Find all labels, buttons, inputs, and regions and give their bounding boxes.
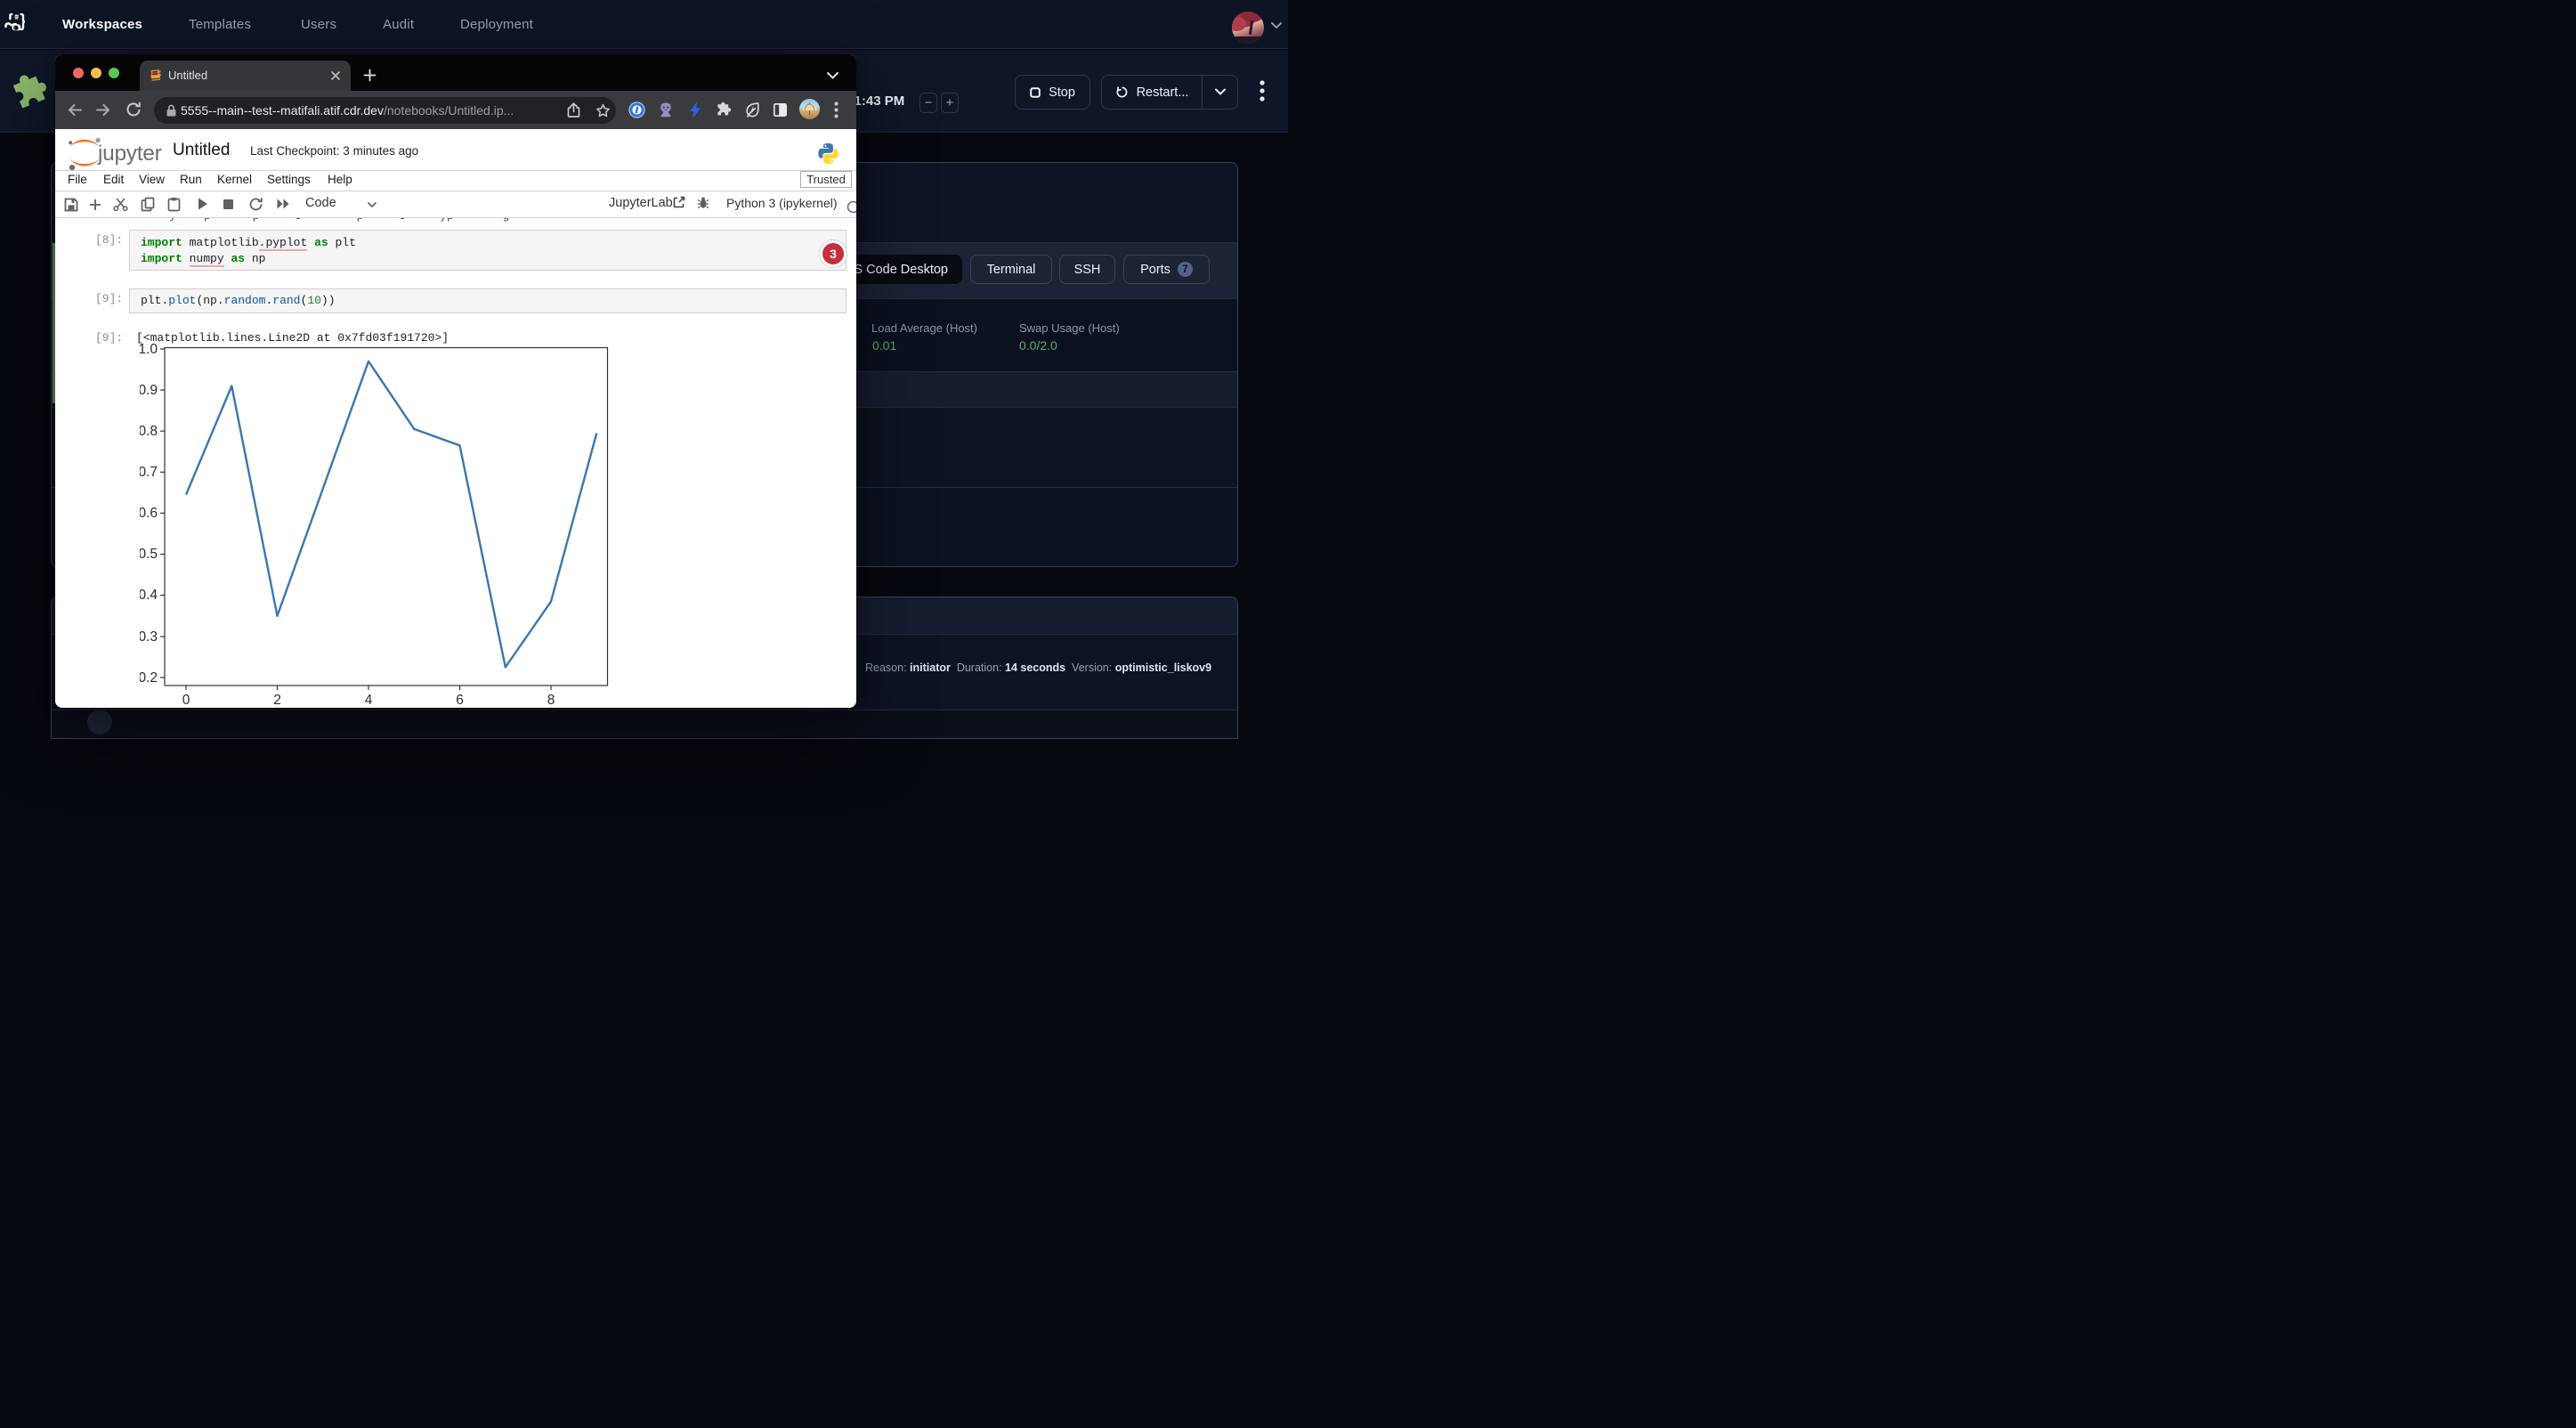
svg-text:0.2: 0.2 — [140, 670, 158, 686]
svg-text:0.6: 0.6 — [140, 506, 158, 521]
svg-text:4: 4 — [365, 693, 373, 705]
svg-text:0.5: 0.5 — [140, 547, 158, 562]
svg-text:0.8: 0.8 — [140, 424, 158, 439]
svg-text:2: 2 — [273, 693, 281, 705]
svg-text:8: 8 — [547, 693, 555, 705]
svg-text:0.3: 0.3 — [140, 629, 158, 645]
svg-text:0.4: 0.4 — [140, 588, 158, 603]
svg-text:0.7: 0.7 — [140, 465, 158, 480]
svg-text:0.9: 0.9 — [140, 383, 158, 398]
svg-text:1.0: 1.0 — [140, 342, 158, 357]
svg-text:0: 0 — [182, 693, 190, 705]
svg-text:6: 6 — [456, 693, 464, 705]
